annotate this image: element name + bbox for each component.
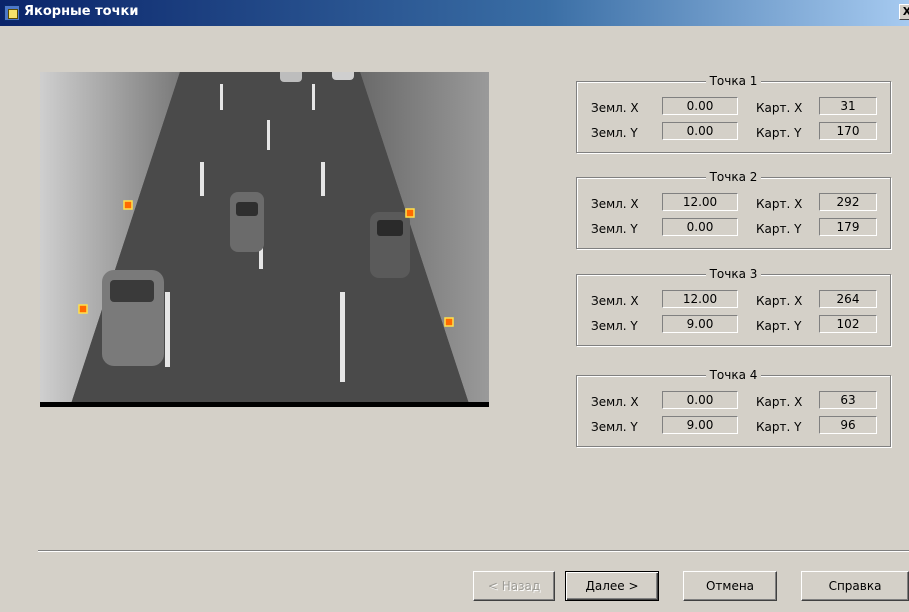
point-1-earth-x-field[interactable]: 0.00	[662, 97, 738, 115]
point-1-map-x-field[interactable]: 31	[819, 97, 877, 115]
point-4-title: Точка 4	[705, 368, 762, 382]
point-2-map-y-field[interactable]: 179	[819, 218, 877, 236]
map-y-label: Карт. Y	[756, 420, 802, 434]
earth-x-label: Земл. X	[591, 294, 639, 308]
close-button[interactable]: X	[899, 4, 909, 20]
point-3-group: Точка 3 Земл. X 12.00 Карт. X 264 Земл. …	[576, 267, 891, 346]
earth-y-label: Земл. Y	[591, 319, 638, 333]
map-x-label: Карт. X	[756, 197, 803, 211]
earth-y-label: Земл. Y	[591, 420, 638, 434]
map-y-label: Карт. Y	[756, 126, 802, 140]
point-1-group: Точка 1 Земл. X 0.00 Карт. X 31 Земл. Y …	[576, 74, 891, 153]
app-icon	[4, 5, 20, 21]
point-2-earth-x-field[interactable]: 12.00	[662, 193, 738, 211]
point-3-earth-x-field[interactable]: 12.00	[662, 290, 738, 308]
point-1-title: Точка 1	[705, 74, 762, 88]
point-4-earth-x-field[interactable]: 0.00	[662, 391, 738, 409]
point-1-map-y-field[interactable]: 170	[819, 122, 877, 140]
point-2-earth-y-field[interactable]: 0.00	[662, 218, 738, 236]
earth-y-label: Земл. Y	[591, 126, 638, 140]
earth-y-label: Земл. Y	[591, 222, 638, 236]
map-x-label: Карт. X	[756, 395, 803, 409]
earth-x-label: Земл. X	[591, 101, 639, 115]
window-title: Якорные точки	[24, 4, 139, 19]
point-3-map-y-field[interactable]: 102	[819, 315, 877, 333]
point-2-map-x-field[interactable]: 292	[819, 193, 877, 211]
title-bar: Якорные точки X	[0, 0, 909, 26]
point-2-group: Точка 2 Земл. X 12.00 Карт. X 292 Земл. …	[576, 170, 891, 249]
point-1-earth-y-field[interactable]: 0.00	[662, 122, 738, 140]
help-button[interactable]: Справка	[801, 571, 909, 601]
cancel-button[interactable]: Отмена	[683, 571, 777, 601]
point-4-map-y-field[interactable]: 96	[819, 416, 877, 434]
point-4-map-x-field[interactable]: 63	[819, 391, 877, 409]
earth-x-label: Земл. X	[591, 395, 639, 409]
point-4-group: Точка 4 Земл. X 0.00 Карт. X 63 Земл. Y …	[576, 368, 891, 447]
footer-separator	[38, 550, 909, 552]
camera-view[interactable]	[40, 72, 489, 407]
back-button[interactable]: < Назад	[473, 571, 555, 601]
point-3-map-x-field[interactable]: 264	[819, 290, 877, 308]
point-3-title: Точка 3	[705, 267, 762, 281]
map-y-label: Карт. Y	[756, 319, 802, 333]
map-x-label: Карт. X	[756, 101, 803, 115]
point-3-earth-y-field[interactable]: 9.00	[662, 315, 738, 333]
map-y-label: Карт. Y	[756, 222, 802, 236]
point-2-title: Точка 2	[705, 170, 762, 184]
earth-x-label: Земл. X	[591, 197, 639, 211]
next-button[interactable]: Далее >	[565, 571, 659, 601]
map-x-label: Карт. X	[756, 294, 803, 308]
point-4-earth-y-field[interactable]: 9.00	[662, 416, 738, 434]
